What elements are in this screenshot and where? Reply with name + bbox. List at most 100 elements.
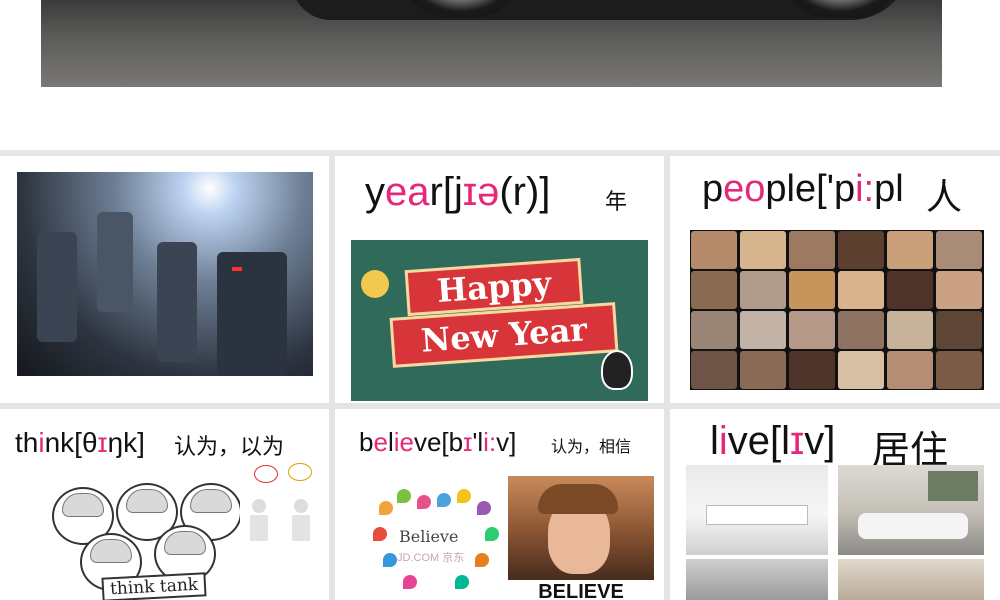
think-tank-sign: think tank [101,572,207,600]
brain-icon [126,489,168,513]
brain-icon [62,493,104,517]
believe-album-cover: BELIEVE [508,476,654,600]
face-photo [789,231,835,269]
heart-petal [379,501,393,515]
word-part: i [718,419,728,463]
word-part: ie [393,427,414,457]
face-photo [691,231,737,269]
word-part: ə [477,170,500,214]
word-part: ɪ [462,170,478,214]
face-photo [936,231,982,269]
person-body [292,515,310,541]
face-photo [691,311,737,349]
people-faces-grid [690,230,984,390]
word-part: eo [723,168,766,210]
heart-petal [403,575,417,589]
card-live: live[lɪv] 居住 [670,409,1000,600]
robot-figure [157,242,197,362]
meaning-year: 年 [605,190,628,215]
robot-figure [37,232,77,342]
face-photo [838,311,884,349]
word-part: b [359,427,374,457]
word-part: th [15,427,39,458]
word-part: ve[l [727,419,791,463]
face-photo [789,351,835,389]
word-part: pl [874,168,904,210]
robot-figure [217,252,287,376]
face-photo [740,351,786,389]
heart-petal [373,527,387,541]
heart-petal [457,489,471,503]
meaning-people: 人 [926,177,963,218]
word-part: ɪ [463,427,473,457]
word-part: [j [442,170,463,214]
word-part: ɪ [790,419,805,463]
princess-icon [361,270,389,298]
card-year: year[jɪə(r)] 年 Happy New Year [335,156,664,403]
word-part: v] [804,419,836,463]
kitchen-photo [686,465,828,555]
word-year: year[jɪə(r)] [365,170,550,215]
happy-new-year-image: Happy New Year [351,240,648,401]
think-tank-image: think tank [50,481,240,600]
word-live: live[lɪv] [710,419,835,464]
face-photo [936,351,982,389]
face-photo [740,311,786,349]
face-photo [838,351,884,389]
heart-petal [475,553,489,567]
brain-icon [90,539,132,563]
heart-petal [383,553,397,567]
word-part: ɪ [97,427,108,458]
heart-petal [477,501,491,515]
person-icon [294,499,308,513]
heart-petal [455,575,469,589]
face-photo [740,231,786,269]
face-photo [936,271,982,309]
heart-petal [437,493,451,507]
believe-heart-image: Believe JD.COM 京东 [371,487,503,600]
card-think: think[θɪŋk] 认为，以为 think tank [0,409,329,600]
meaning-believe: 认为，相信 [551,437,632,456]
meaning-think: 认为，以为 [174,435,285,460]
word-think: think[θɪŋk] [15,427,145,459]
robot-eye-light [232,267,242,271]
penguin-icon [601,350,633,390]
brain-icon [190,489,232,513]
heart-petal [417,495,431,509]
speech-bubble-icon [254,465,278,483]
face-photo [887,271,933,309]
robot-army-image [17,172,313,376]
person-icon [252,499,266,513]
face-photo [887,351,933,389]
discussion-figures-image [240,459,324,549]
brain-icon [164,531,206,555]
word-part: 'l [472,427,484,457]
word-part: ple['p [765,168,856,210]
word-believe: believe[bɪ'li:v] [359,427,516,458]
heart-petal [485,527,499,541]
card-robots [0,156,329,403]
word-part: l [710,419,719,463]
word-part: ve[b [413,427,464,457]
jd-watermark: JD.COM 京东 [397,552,465,564]
interior-photo [838,559,984,600]
face-photo [838,231,884,269]
robot-figure [97,212,133,312]
living-room-photo [838,465,984,555]
kitchen-counter [706,505,808,525]
word-part: y [365,170,385,214]
car-photo [41,0,942,87]
believe-script-text: Believe [399,527,459,546]
sofa-shape [858,513,968,539]
word-part: i: [855,168,875,210]
portrait-hair [538,484,618,514]
word-part: nk[θ [44,427,98,458]
face-photo [936,311,982,349]
speech-bubble-icon [288,463,312,481]
interior-photo [686,559,828,600]
word-part: (r)] [499,170,551,214]
word-part: ea [385,170,430,214]
card-people: people['pi:pl 人 [670,156,1000,403]
word-part: i: [483,427,497,457]
face-photo [691,351,737,389]
